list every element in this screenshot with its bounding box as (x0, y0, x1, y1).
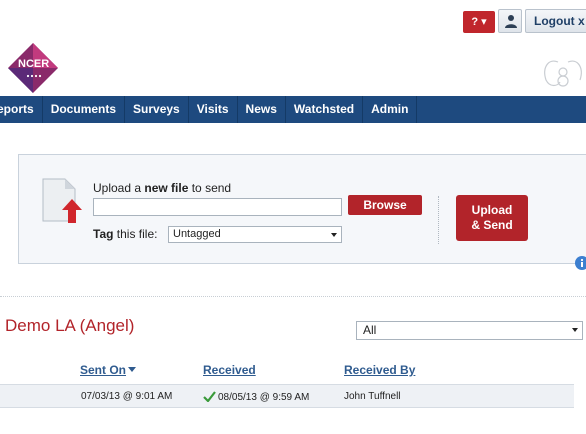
user-profile-button[interactable] (498, 9, 522, 33)
cell-received-by: John Tuffnell (344, 391, 401, 402)
chevron-down-icon (572, 328, 578, 332)
upload-send-button[interactable]: Upload & Send (456, 195, 528, 241)
logo-text: NCER (18, 58, 50, 70)
nav-item-documents[interactable]: Documents (43, 96, 126, 123)
chevron-down-icon (331, 233, 337, 237)
nav-item-admin[interactable]: Admin (363, 96, 418, 123)
angel-logo-icon (544, 60, 582, 87)
nav-item-visits[interactable]: Visits (189, 96, 238, 123)
nav-item-surveys[interactable]: Surveys (125, 96, 189, 123)
cell-received: 08/05/13 @ 9:59 AM (203, 391, 309, 403)
browse-button[interactable]: Browse (348, 195, 422, 215)
sort-desc-icon (128, 367, 137, 372)
column-header-received-by[interactable]: Received By (344, 363, 415, 377)
main-nav: eports Documents Surveys Visits News Wat… (0, 96, 586, 123)
file-path-input[interactable] (93, 198, 342, 216)
logout-button[interactable]: Logout x (525, 9, 586, 33)
file-upload-icon (42, 178, 82, 223)
column-header-sent-on[interactable]: Sent On (80, 363, 137, 377)
cell-sent-on: 07/03/13 @ 9:01 AM (81, 391, 173, 402)
tag-select[interactable]: Untagged (168, 226, 342, 243)
section-divider (0, 296, 586, 297)
info-icon[interactable] (575, 256, 586, 270)
filter-select-value: All (363, 323, 377, 337)
nav-item-news[interactable]: News (238, 96, 286, 123)
user-icon (505, 15, 517, 28)
nav-item-watchsted[interactable]: Watchsted (286, 96, 364, 123)
tag-select-value: Untagged (173, 228, 221, 240)
upload-heading: Upload a new file to send (93, 181, 232, 195)
list-title: Demo LA (Angel) (5, 316, 135, 335)
column-header-received[interactable]: Received (203, 363, 256, 377)
tag-label: Tag this file: (93, 227, 158, 241)
filter-select[interactable]: All (356, 321, 583, 340)
nav-item-reports[interactable]: eports (0, 96, 43, 123)
panel-divider (438, 196, 439, 244)
ncer-logo[interactable]: NCER (7, 42, 59, 94)
check-icon (203, 391, 216, 402)
help-menu-button[interactable]: ? ▾ (463, 11, 495, 33)
